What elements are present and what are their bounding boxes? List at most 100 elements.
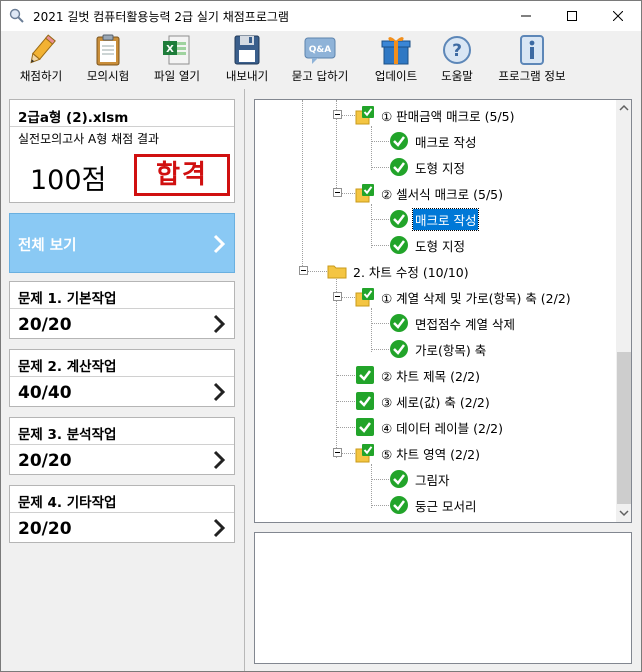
green-check-icon [390,210,408,228]
title-bar: 2021 길벗 컴퓨터활용능력 2급 실기 채점프로그램 [1,1,641,31]
tree-node-label: ③ 세로(값) 축 (2/2) [381,395,490,410]
mock-test-button[interactable]: 모의시험 [77,33,139,87]
qa-button[interactable]: Q&A 묻고 답하기 [283,33,357,87]
green-check-icon [390,132,408,150]
svg-text:?: ? [452,41,462,61]
tree-node[interactable]: 매크로 작성 [255,128,615,154]
problem-4-button[interactable]: 문제 4. 기타작업 20/20 [9,485,235,543]
tree-node-label: ② 셀서식 매크로 (5/5) [381,187,503,202]
tree-node[interactable]: 도형 지정 [255,232,615,258]
program-info-button[interactable]: 프로그램 정보 [491,33,573,87]
tree-node[interactable]: ③ 세로(값) 축 (2/2) [255,388,615,414]
all-view-label: 전체 보기 [18,238,77,254]
program-info-label: 프로그램 정보 [498,69,566,83]
problem-divider [10,376,234,377]
tree-node[interactable]: 가로(항목) 축 [255,336,615,362]
close-button[interactable] [595,1,641,31]
tree-node-label: ① 계열 삭제 및 가로(항목) 축 (2/2) [381,291,571,306]
export-button[interactable]: 내보내기 [217,33,277,87]
tree-guide [371,323,389,324]
tree-guide [371,349,389,350]
minimize-icon [521,15,531,17]
tree-guide [371,141,389,142]
tree-node-label: 면접점수 계열 삭제 [415,317,515,332]
tree-node[interactable]: 도형 지정 [255,154,615,180]
detail-panel[interactable] [254,532,632,664]
tree-guide [371,505,389,506]
collapse-toggle[interactable] [333,188,342,197]
scrollbar-thumb[interactable] [617,352,631,504]
help-button[interactable]: ? 도움말 [433,33,481,87]
tree-guide [371,219,389,220]
tree-guide [337,401,355,402]
checkbox-checked-icon [356,418,374,436]
tree-guide [371,245,389,246]
panel-splitter[interactable] [244,89,245,671]
tree-node-label: 도형 지정 [415,161,465,176]
tree-guide [337,427,355,428]
tree-node-label-selected: 매크로 작성 [411,208,480,231]
green-check-icon [390,470,408,488]
pass-stamp: 합격 [134,154,230,196]
tree-node[interactable]: ① 판매금액 매크로 (5/5) [255,102,615,128]
tree-node[interactable]: ② 셀서식 매크로 (5/5) [255,180,615,206]
problem-divider [10,444,234,445]
tree-node-label: ④ 데이터 레이블 (2/2) [381,421,503,436]
problem-1-button[interactable]: 문제 1. 기본작업 20/20 [9,281,235,339]
tree-node-label: ⑤ 차트 영역 (2/2) [381,447,480,462]
update-button[interactable]: 업데이트 [367,33,425,87]
problem-score: 20/20 [18,451,72,471]
tree-node-label: 2. 차트 수정 (10/10) [353,265,469,280]
checked-folder-icon [355,106,374,125]
scroll-down-icon[interactable] [616,505,632,521]
checked-folder-icon [355,444,374,463]
result-tree[interactable]: ① 판매금액 매크로 (5/5) 매크로 작성 도형 지정 ② 셀서식 매크로 (5/… [254,99,632,523]
tree-guide [371,167,389,168]
problem-score: 20/20 [18,315,72,335]
floppy-disk-icon [234,35,260,65]
tree-scrollbar[interactable] [616,100,632,522]
problem-2-button[interactable]: 문제 2. 계산작업 40/40 [9,349,235,407]
qa-label: 묻고 답하기 [291,69,349,83]
checked-folder-icon [355,288,374,307]
all-view-button[interactable]: 전체 보기 [9,213,235,273]
checkbox-checked-icon [356,392,374,410]
problem-divider [10,512,234,513]
problem-score: 40/40 [18,383,72,403]
scroll-up-icon[interactable] [616,100,632,116]
problem-title: 문제 2. 계산작업 [18,359,117,375]
tree-node[interactable]: 매크로 작성 [255,206,615,232]
tree-node[interactable]: 둥근 모서리 [255,492,615,518]
tree-node[interactable]: ⑤ 차트 영역 (2/2) [255,440,615,466]
app-window: 2021 길벗 컴퓨터활용능력 2급 실기 채점프로그램 채점하기 모의시험 X… [0,0,642,672]
result-divider [10,126,234,127]
export-label: 내보내기 [225,69,269,83]
update-label: 업데이트 [374,69,418,83]
tree-node[interactable]: 면접점수 계열 삭제 [255,310,615,336]
tree-node[interactable]: ① 계열 삭제 및 가로(항목) 축 (2/2) [255,284,615,310]
tree-node[interactable]: ④ 데이터 레이블 (2/2) [255,414,615,440]
collapse-toggle[interactable] [333,110,342,119]
tree-node-label: 매크로 작성 [415,135,477,150]
help-icon: ? [443,36,471,64]
chevron-right-icon [213,450,226,470]
collapse-toggle[interactable] [333,292,342,301]
minimize-button[interactable] [503,1,549,31]
toolbar: 채점하기 모의시험 X 파일 열기 내보내기 Q&A 묻고 답하기 업데이트 ?… [1,31,641,87]
problem-title: 문제 4. 기타작업 [18,495,117,511]
help-label: 도움말 [441,69,473,83]
problem-divider [10,308,234,309]
open-file-label: 파일 열기 [154,69,200,83]
collapse-toggle[interactable] [333,448,342,457]
grade-button[interactable]: 채점하기 [9,33,73,87]
tree-node[interactable]: ② 차트 제목 (2/2) [255,362,615,388]
open-file-button[interactable]: X 파일 열기 [145,33,209,87]
tree-guide [337,375,355,376]
problem-3-button[interactable]: 문제 3. 분석작업 20/20 [9,417,235,475]
tree-node[interactable]: 2. 차트 수정 (10/10) [255,258,615,284]
tree-node-label: 그림자 [415,473,450,488]
maximize-button[interactable] [549,1,595,31]
tree-guide [371,479,389,480]
tree-node[interactable]: 그림자 [255,466,615,492]
collapse-toggle[interactable] [299,266,308,275]
